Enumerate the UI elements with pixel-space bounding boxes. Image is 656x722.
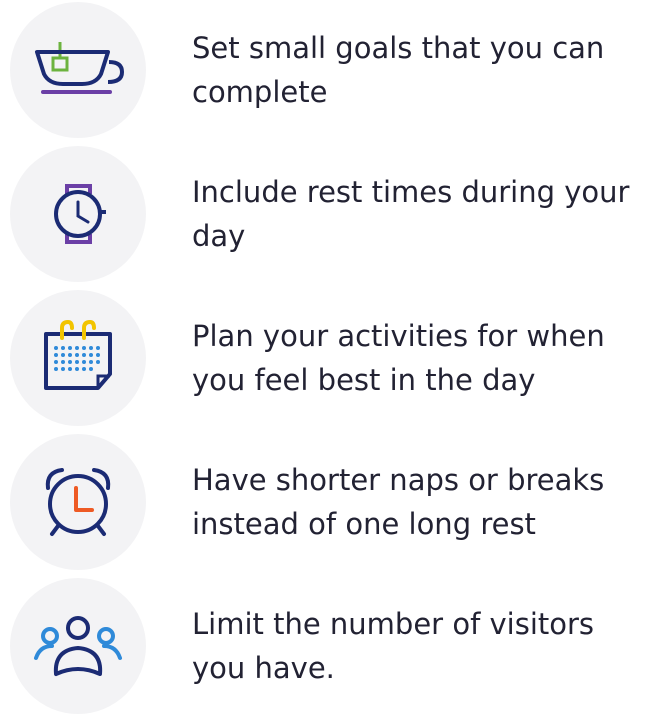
- tip-item-rest-times: Include rest times during your day: [10, 146, 650, 282]
- tip-icon-circle: [10, 2, 146, 138]
- tip-icon-circle: [10, 290, 146, 426]
- calendar-icon: [44, 319, 112, 390]
- people-icon: [34, 616, 122, 676]
- tip-item-plan-activities: Plan your activities for when you feel b…: [10, 290, 650, 426]
- wristwatch-icon: [54, 184, 106, 244]
- tip-text: Have shorter naps or breaks instead of o…: [192, 463, 605, 541]
- tip-item-small-goals: Set small goals that you can complete: [10, 2, 650, 138]
- tip-icon-circle: [10, 578, 146, 714]
- tip-text: Plan your activities for when you feel b…: [192, 319, 605, 397]
- tip-text: Set small goals that you can complete: [192, 31, 605, 109]
- tip-item-limit-visitors: Limit the number of visitors you have.: [10, 578, 650, 714]
- alarm-clock-icon: [45, 468, 111, 536]
- tip-text: Limit the number of visitors you have.: [192, 607, 595, 685]
- tip-icon-circle: [10, 434, 146, 570]
- teacup-icon: [35, 42, 125, 94]
- tip-text: Include rest times during your day: [192, 175, 630, 253]
- tip-icon-circle: [10, 146, 146, 282]
- tip-item-shorter-naps: Have shorter naps or breaks instead of o…: [10, 434, 650, 570]
